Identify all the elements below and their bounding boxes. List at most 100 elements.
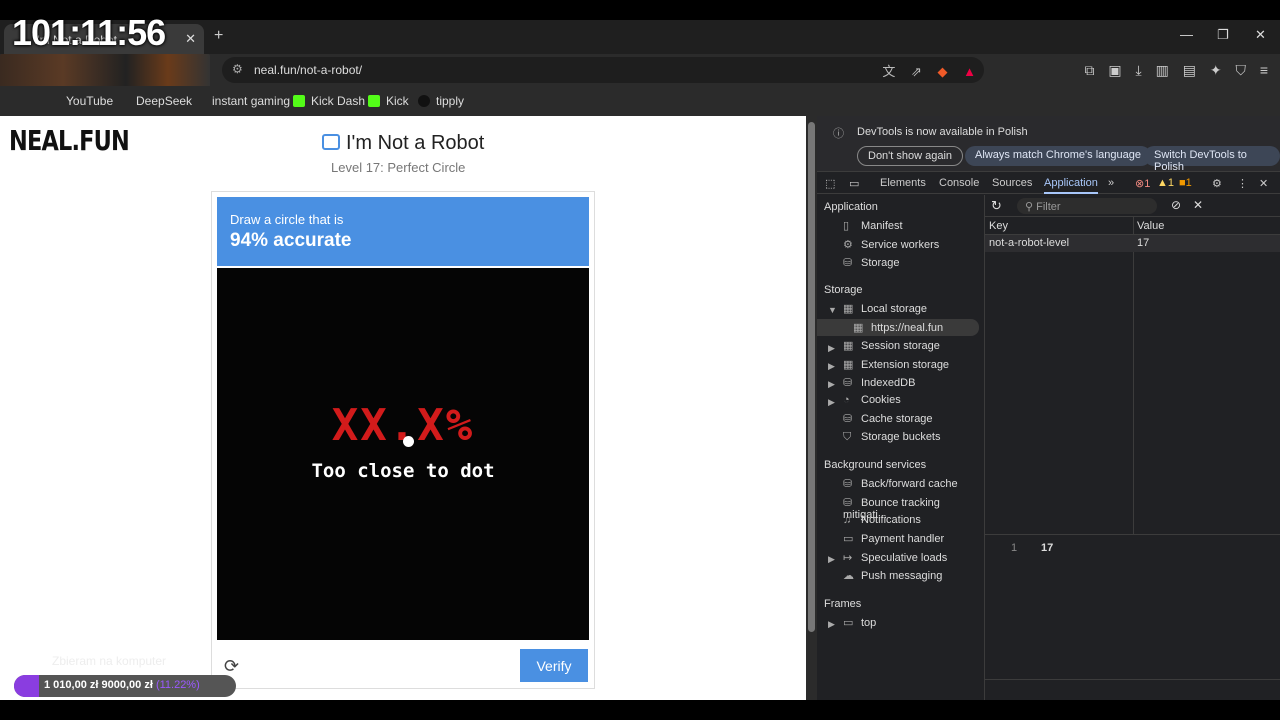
restore-icon[interactable]: ❐ — [1217, 27, 1229, 43]
more-options-icon[interactable]: ⋮ — [1237, 177, 1248, 190]
sidebar-item-speculative-loads[interactable]: ↦ Speculative loads — [843, 551, 947, 564]
bookmark-kick[interactable]: Kick — [368, 94, 409, 108]
clear-all-icon[interactable]: ⊘ — [1171, 198, 1181, 212]
address-bar[interactable]: ⚙ neal.fun/not-a-robot/ 文 ⇗ ◆ ▲ — [222, 57, 984, 83]
database-icon: ⛁ — [843, 478, 853, 490]
tab-console[interactable]: Console — [939, 177, 979, 189]
web-page: NEAL.FUN I'm Not a Robot Level 17: Perfe… — [0, 116, 806, 700]
reader-icon[interactable]: ▣ — [1108, 62, 1121, 78]
card-icon: ▭ — [843, 533, 854, 545]
new-tab-icon[interactable]: + — [214, 27, 223, 45]
devtools-tabs: ⬚ ▭ Elements Console Sources Application… — [817, 172, 1280, 194]
issue-count[interactable]: ■1 — [1179, 177, 1192, 189]
minimize-icon[interactable]: — — [1180, 27, 1193, 42]
devtools-language-banner: ⓘ DevTools is now available in Polish Do… — [817, 116, 1280, 173]
sidebar-item-service-workers[interactable]: ⚙ Service workers — [843, 238, 939, 251]
sidebar-item-cookies[interactable]: ◔ Cookies — [843, 394, 901, 406]
settings-gear-icon[interactable]: ⚙ — [1212, 177, 1222, 190]
tab-application[interactable]: Application — [1044, 177, 1098, 194]
preview-line-number: 1 — [1011, 542, 1018, 554]
extensions-icon[interactable]: ⧉ — [1084, 62, 1094, 78]
expand-right-icon[interactable]: ▶ — [828, 361, 835, 372]
switch-language-button[interactable]: Switch DevTools to Polish — [1144, 146, 1280, 173]
verify-button[interactable]: Verify — [520, 649, 588, 682]
stream-timer: 101:11:56 — [12, 12, 166, 53]
column-key[interactable]: Key — [989, 220, 1008, 232]
warning-count[interactable]: ▲1 — [1157, 177, 1174, 189]
rewards-icon[interactable]: ▲ — [963, 64, 976, 79]
expand-right-icon[interactable]: ▶ — [828, 397, 835, 408]
drawing-canvas[interactable]: XX.X% Too close to dot — [217, 268, 589, 640]
sidebar-item-local-storage[interactable]: ▦ Local storage — [843, 302, 927, 315]
sidebar-item-push-messaging[interactable]: ☁ Push messaging — [843, 569, 942, 582]
sidebar-item-cache-storage[interactable]: ⛁ Cache storage — [843, 412, 933, 425]
tab-elements[interactable]: Elements — [880, 177, 926, 189]
brave-shield-icon[interactable]: ◆ — [938, 64, 948, 79]
page-scrollbar[interactable] — [806, 116, 817, 700]
delete-selected-icon[interactable]: ✕ — [1193, 198, 1203, 212]
level-subtitle: Level 17: Perfect Circle — [331, 160, 466, 175]
tab-sources[interactable]: Sources — [992, 177, 1032, 189]
bookmark-deepseek[interactable]: DeepSeek — [136, 94, 192, 108]
bookmark-tipply[interactable]: tipply — [418, 94, 464, 108]
bookmark-instant-gaming[interactable]: instant gaming — [212, 94, 290, 108]
menu-icon[interactable]: ≡ — [1260, 62, 1268, 78]
expand-down-icon[interactable]: ▼ — [828, 305, 837, 315]
cookie-icon: ◔ — [843, 394, 850, 406]
sidebar-item-payment-handler[interactable]: ▭ Payment handler — [843, 532, 944, 545]
refresh-icon[interactable]: ⟳ — [224, 656, 239, 677]
expand-right-icon[interactable]: ▶ — [828, 554, 835, 565]
row-key: not-a-robot-level — [989, 237, 1070, 249]
vpn-icon[interactable]: ⛉ — [1235, 62, 1246, 78]
close-devtools-icon[interactable]: ✕ — [1259, 177, 1268, 190]
inspect-icon[interactable]: ⬚ — [825, 177, 835, 190]
center-dot — [403, 436, 414, 447]
dont-show-again-button[interactable]: Don't show again — [857, 146, 964, 166]
sidebar-item-storage-buckets[interactable]: ⛉ Storage buckets — [843, 431, 941, 444]
kick-icon — [368, 95, 380, 107]
preview-value: 17 — [1041, 542, 1054, 554]
sidebar-item-manifest[interactable]: ▯ Manifest — [843, 219, 903, 232]
sidebar-item-frame-top[interactable]: ▭ top — [843, 616, 876, 629]
donation-label: Zbieram na komputer — [52, 654, 167, 668]
scroll-thumb[interactable] — [808, 122, 815, 632]
captcha-target: 94% accurate — [230, 230, 352, 251]
translate-icon[interactable]: 文 — [882, 64, 895, 79]
expand-right-icon[interactable]: ▶ — [828, 619, 835, 630]
sidebar-item-session-storage[interactable]: ▦ Session storage — [843, 339, 940, 352]
expand-right-icon[interactable]: ▶ — [828, 343, 835, 354]
site-logo[interactable]: NEAL.FUN — [9, 124, 130, 157]
expand-right-icon[interactable]: ▶ — [828, 379, 835, 390]
refresh-icon[interactable]: ↻ — [991, 198, 1002, 214]
error-count[interactable]: ⊗1 — [1135, 177, 1150, 190]
bookmark-youtube[interactable]: YouTube — [66, 94, 113, 108]
sidebar-item-notifications[interactable]: ♫ Notifications — [843, 514, 921, 526]
download-icon[interactable]: ⤓ — [1135, 62, 1141, 78]
table-icon: ▦ — [843, 303, 854, 315]
column-value[interactable]: Value — [1137, 220, 1164, 232]
sidebar-item-extension-storage[interactable]: ▦ Extension storage — [843, 358, 949, 371]
sidebar-item-storage[interactable]: ⛁ Storage — [843, 256, 900, 269]
database-icon: ⛁ — [843, 497, 853, 509]
more-tabs-icon[interactable]: » — [1108, 177, 1114, 189]
share-icon[interactable]: ⇗ — [911, 64, 922, 79]
match-language-button[interactable]: Always match Chrome's language — [965, 146, 1151, 166]
page-title: I'm Not a Robot — [322, 132, 484, 155]
table-row[interactable]: not-a-robot-level 17 — [985, 235, 1280, 252]
gear-icon: ⚙ — [843, 239, 853, 251]
site-info-icon[interactable]: ⚙ — [232, 62, 243, 76]
cloud-icon: ☁ — [843, 570, 854, 582]
bookmark-kick-dash[interactable]: Kick Dash — [293, 94, 365, 108]
close-window-icon[interactable]: ✕ — [1255, 27, 1266, 43]
info-icon: ⓘ — [833, 128, 844, 140]
table-icon: ▦ — [853, 322, 864, 334]
sidebar-icon[interactable]: ▥ — [1156, 62, 1169, 78]
wallet-icon[interactable]: ▤ — [1183, 62, 1196, 78]
device-toggle-icon[interactable]: ▭ — [849, 177, 859, 190]
leo-icon[interactable]: ✦ — [1210, 62, 1222, 78]
sidebar-item-local-origin[interactable]: ▦ https://neal.fun — [853, 321, 943, 334]
sidebar-item-indexeddb[interactable]: ⛁ IndexedDB — [843, 376, 915, 389]
filter-input[interactable]: ⚲ Filter — [1017, 198, 1157, 214]
sidebar-item-bfcache[interactable]: ⛁ Back/forward cache — [843, 477, 958, 490]
tab-close-icon[interactable]: ✕ — [185, 31, 196, 47]
